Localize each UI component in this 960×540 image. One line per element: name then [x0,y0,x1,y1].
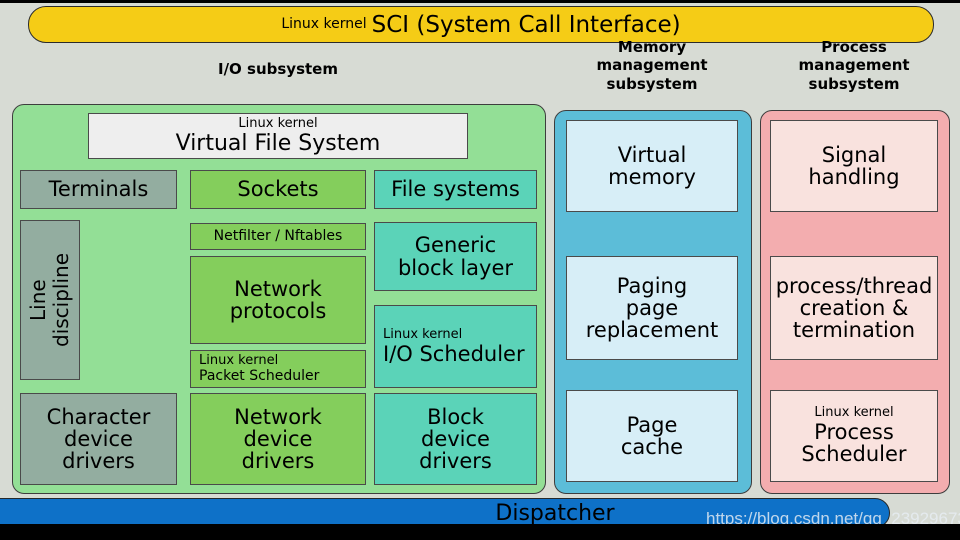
vfs-kicker: Linux kernel [238,115,318,131]
signal-handling-box: Signal handling [770,120,938,212]
caption-io-subsystem: I/O subsystem [218,60,338,78]
diagram-stage: Linux kernel SCI (System Call Interface)… [0,0,960,532]
io-scheduler-kicker: Linux kernel [383,326,463,342]
block-device-drivers-label: Block device drivers [419,404,492,474]
caption-process-subsystem: Process management subsystem [798,38,910,93]
virtual-memory-label: Virtual memory [608,142,696,189]
sci-label: SCI (System Call Interface) [371,11,681,38]
io-scheduler-label: I/O Scheduler [383,341,525,366]
dispatcher-label: Dispatcher [495,500,615,526]
character-device-drivers-label: Character device drivers [46,404,151,474]
virtual-file-system-box: Linux kernel Virtual File System [88,113,468,159]
generic-block-layer-box: Generic block layer [374,222,537,291]
network-device-drivers-box: Network device drivers [190,393,366,485]
line-discipline-label: Line discipline [26,253,73,348]
terminals-box: Terminals [20,170,177,209]
diagram-canvas: Linux kernel SCI (System Call Interface)… [0,0,960,540]
page-cache-label: Page cache [620,412,684,459]
process-scheduler-box: Linux kernel Process Scheduler [770,390,938,482]
sci-kicker: Linux kernel [281,16,367,33]
network-device-drivers-label: Network device drivers [234,404,322,474]
page-cache-box: Page cache [566,390,738,482]
bottom-letterbox-bar [0,524,960,532]
paging-label: Paging page replacement [585,273,719,343]
packet-scheduler-box: Linux kernel Packet Scheduler [190,350,366,388]
signal-handling-label: Signal handling [808,142,900,189]
packet-scheduler-kicker: Linux kernel [199,353,279,369]
network-protocols-label: Network protocols [229,276,327,323]
generic-block-layer-label: Generic block layer [397,233,514,280]
process-thread-creation-box: process/thread creation & termination [770,256,938,360]
virtual-memory-box: Virtual memory [566,120,738,212]
top-letterbox-bar [0,0,960,3]
character-device-drivers-box: Character device drivers [20,393,177,485]
sockets-box: Sockets [190,170,366,209]
vfs-label: Virtual File System [175,130,381,156]
block-device-drivers-box: Block device drivers [374,393,537,485]
caption-memory-subsystem: Memory management subsystem [596,38,708,93]
file-systems-label: File systems [391,177,520,202]
netfilter-label: Netfilter / Nftables [213,228,343,245]
file-systems-box: File systems [374,170,537,209]
packet-scheduler-label: Packet Scheduler [199,368,320,385]
process-scheduler-label: Process Scheduler [801,420,907,467]
io-scheduler-box: Linux kernel I/O Scheduler [374,305,537,388]
line-discipline-box: Line discipline [20,220,80,380]
process-thread-label: process/thread creation & termination [775,273,933,343]
sockets-label: Sockets [237,177,319,202]
terminals-label: Terminals [48,177,149,202]
process-scheduler-kicker: Linux kernel [814,405,894,421]
netfilter-box: Netfilter / Nftables [190,223,366,250]
paging-page-replacement-box: Paging page replacement [566,256,738,360]
network-protocols-box: Network protocols [190,256,366,344]
